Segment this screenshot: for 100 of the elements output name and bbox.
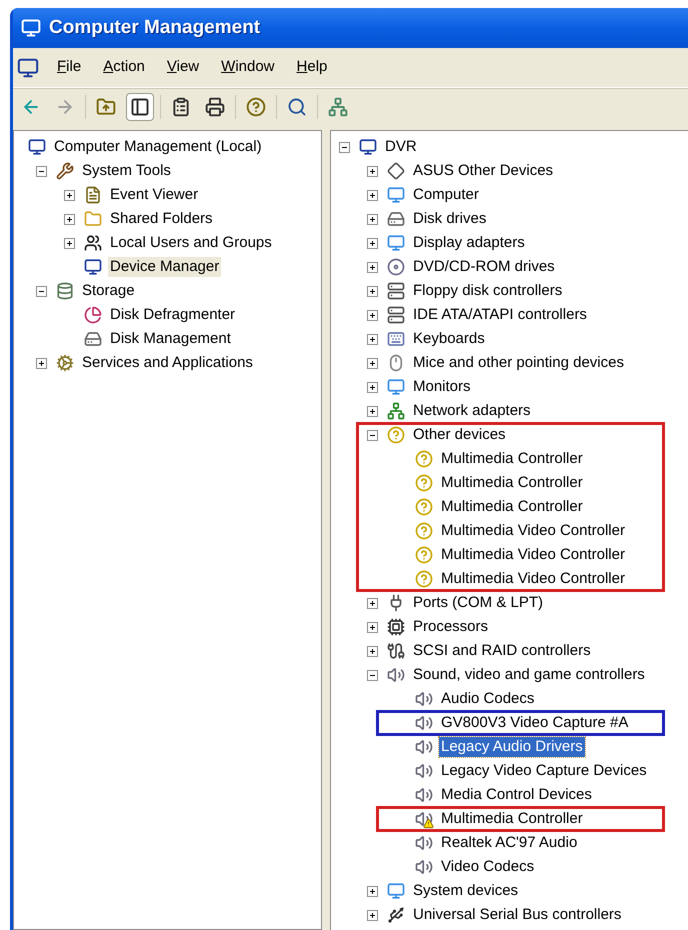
magnifier-icon (287, 96, 307, 116)
menu-item[interactable]: File (53, 56, 86, 79)
collapse-toggle[interactable] (367, 670, 378, 680)
expand-toggle[interactable] (367, 286, 378, 296)
tree-item[interactable]: Device Manager (108, 257, 222, 277)
expand-toggle[interactable] (367, 262, 378, 272)
expand-toggle[interactable] (367, 214, 378, 224)
menu-item[interactable]: Action (99, 56, 149, 79)
tree-item[interactable]: Sound, video and game controllers (411, 665, 647, 685)
show-tree-button[interactable] (126, 92, 154, 120)
tree-item[interactable]: SCSI and RAID controllers (411, 641, 593, 661)
expand-toggle[interactable] (367, 382, 378, 392)
storage-icon (56, 282, 74, 300)
tree-item[interactable]: Multimedia Controller (439, 497, 585, 517)
expand-toggle[interactable] (367, 406, 378, 416)
computer-icon (17, 56, 39, 78)
question-mark-icon (415, 546, 433, 564)
tree-item[interactable]: Disk drives (411, 209, 488, 229)
tree-item[interactable]: Multimedia Video Controller (439, 521, 627, 541)
expand-toggle[interactable] (36, 358, 47, 368)
tree-item[interactable]: Other devices (411, 425, 508, 445)
question-mark-icon (415, 450, 433, 468)
expand-toggle[interactable] (367, 646, 378, 656)
speaker-icon (415, 858, 433, 876)
speaker-icon (415, 786, 433, 804)
tree-item[interactable]: Media Control Devices (439, 785, 594, 805)
tree-item[interactable]: Computer (411, 185, 481, 205)
menu-item[interactable]: Help (292, 56, 332, 79)
folder-icon (84, 210, 102, 228)
tree-item[interactable]: DVR (383, 137, 419, 157)
tree-item[interactable]: Legacy Audio Drivers (439, 737, 585, 757)
keyboard-icon (387, 330, 405, 348)
expand-toggle[interactable] (367, 166, 378, 176)
expand-toggle[interactable] (367, 910, 378, 920)
tree-item[interactable]: Event Viewer (108, 185, 200, 205)
speaker-icon (415, 714, 433, 732)
tree-item[interactable]: Disk Defragmenter (108, 305, 238, 325)
collapse-toggle[interactable] (36, 286, 47, 296)
tree-item[interactable]: System devices (411, 881, 520, 901)
collapse-toggle[interactable] (36, 166, 47, 176)
menu-item[interactable]: View (162, 56, 204, 79)
expand-toggle[interactable] (367, 310, 378, 320)
tree-item[interactable]: Realtek AC'97 Audio (439, 833, 580, 853)
tree-item[interactable]: Multimedia Video Controller (439, 545, 627, 565)
expand-toggle[interactable] (367, 238, 378, 248)
menu-item[interactable]: Window (217, 56, 279, 79)
tree-item[interactable]: Keyboards (411, 329, 487, 349)
speaker-icon (415, 690, 433, 708)
tree-item[interactable]: Audio Codecs (439, 689, 536, 709)
expand-toggle[interactable] (367, 622, 378, 632)
tree-item[interactable]: Services and Applications (80, 353, 255, 373)
tree-item[interactable]: Legacy Video Capture Devices (439, 761, 649, 781)
collapse-toggle[interactable] (367, 430, 378, 440)
expand-toggle[interactable] (367, 358, 378, 368)
diamond-icon (387, 162, 405, 180)
question-mark-icon (387, 426, 405, 444)
expand-toggle[interactable] (64, 190, 75, 200)
expand-toggle[interactable] (367, 190, 378, 200)
question-mark-icon (415, 474, 433, 492)
printer-icon (205, 96, 225, 116)
tree-item[interactable]: Multimedia Controller (439, 473, 585, 493)
tree-item[interactable]: Disk Management (108, 329, 233, 349)
tree-item[interactable]: Processors (411, 617, 490, 637)
question-mark-icon (415, 498, 433, 516)
tree-item[interactable]: Shared Folders (108, 209, 215, 229)
tree-item[interactable]: Multimedia Controller (439, 809, 585, 829)
tree-item[interactable]: Network adapters (411, 401, 533, 421)
tree-item[interactable]: GV800V3 Video Capture #A (439, 713, 630, 733)
collapse-toggle[interactable] (339, 142, 350, 152)
tree-item[interactable]: IDE ATA/ATAPI controllers (411, 305, 589, 325)
monitor-icon (387, 378, 405, 396)
controller-icon (387, 306, 405, 324)
tree-item[interactable]: ASUS Other Devices (411, 161, 556, 181)
expand-toggle[interactable] (64, 214, 75, 224)
connector-icon (387, 642, 405, 660)
speaker-icon (415, 834, 433, 852)
tree-item[interactable]: Local Users and Groups (108, 233, 274, 253)
tree-item[interactable]: Display adapters (411, 233, 527, 253)
users-icon (84, 234, 102, 252)
expand-toggle[interactable] (367, 886, 378, 896)
monitor-icon (387, 234, 405, 252)
speaker-warning-icon (414, 809, 434, 829)
tree-item[interactable]: Storage (80, 281, 137, 301)
speaker-icon (415, 738, 433, 756)
tree-item[interactable]: System Tools (80, 161, 173, 181)
tree-item[interactable]: DVD/CD-ROM drives (411, 257, 557, 277)
tree-item[interactable]: Video Codecs (439, 857, 536, 877)
tree-item[interactable]: Computer Management (Local) (52, 137, 264, 157)
tree-item[interactable]: Floppy disk controllers (411, 281, 564, 301)
tree-item[interactable]: Universal Serial Bus controllers (411, 905, 624, 925)
expand-toggle[interactable] (367, 598, 378, 608)
tree-item[interactable]: Multimedia Controller (439, 449, 585, 469)
expand-toggle[interactable] (367, 334, 378, 344)
tree-item[interactable]: Ports (COM & LPT) (411, 593, 546, 613)
tree-item[interactable]: Monitors (411, 377, 473, 397)
computer-icon (359, 138, 377, 156)
expand-toggle[interactable] (64, 238, 75, 248)
network-icon (387, 402, 405, 420)
tree-item[interactable]: Multimedia Video Controller (439, 569, 627, 589)
tree-item[interactable]: Mice and other pointing devices (411, 353, 626, 373)
